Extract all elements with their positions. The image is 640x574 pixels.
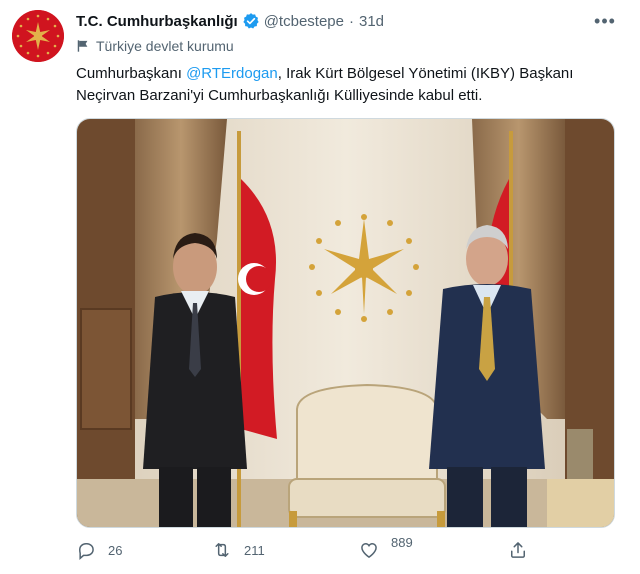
reply-count: 26 (108, 542, 123, 558)
timestamp[interactable]: 31d (359, 13, 384, 30)
share-icon (511, 542, 525, 558)
reply-button[interactable]: 26 (76, 536, 122, 564)
account-label-text: Türkiye devlet kurumu (96, 38, 234, 54)
verified-badge-icon (243, 13, 259, 29)
account-label[interactable]: Türkiye devlet kurumu (76, 38, 234, 54)
photo-image (77, 119, 614, 527)
presidential-emblem-icon (12, 10, 64, 62)
flag-icon (77, 40, 88, 52)
retweet-count: 211 (244, 542, 265, 558)
retweet-button[interactable]: 211 (212, 536, 265, 564)
separator-dot: · (348, 12, 354, 30)
share-button[interactable] (508, 536, 540, 564)
like-count: 889 (391, 534, 413, 550)
tweet-header: T.C. Cumhurbaşkanlığı @tcbestepe · 31d (76, 10, 384, 32)
tweet-text: Cumhurbaşkanı @RTErdogan, Irak Kürt Bölg… (76, 63, 621, 107)
heart-icon (361, 542, 377, 558)
reply-icon (78, 543, 94, 560)
avatar[interactable] (12, 10, 64, 62)
action-bar: 26 211 889 (76, 534, 546, 564)
mention-link[interactable]: @RTErdogan (186, 65, 278, 82)
tweet-text-start: Cumhurbaşkanı (76, 65, 187, 82)
handle[interactable]: @tcbestepe (264, 13, 344, 30)
retweet-icon (215, 543, 229, 557)
tweet-photo[interactable] (76, 118, 615, 528)
tweet-card[interactable]: T.C. Cumhurbaşkanlığı @tcbestepe · 31d •… (0, 0, 640, 574)
display-name[interactable]: T.C. Cumhurbaşkanlığı (76, 13, 238, 30)
like-button[interactable]: 889 (359, 534, 413, 564)
more-icon[interactable]: ••• (592, 10, 618, 32)
